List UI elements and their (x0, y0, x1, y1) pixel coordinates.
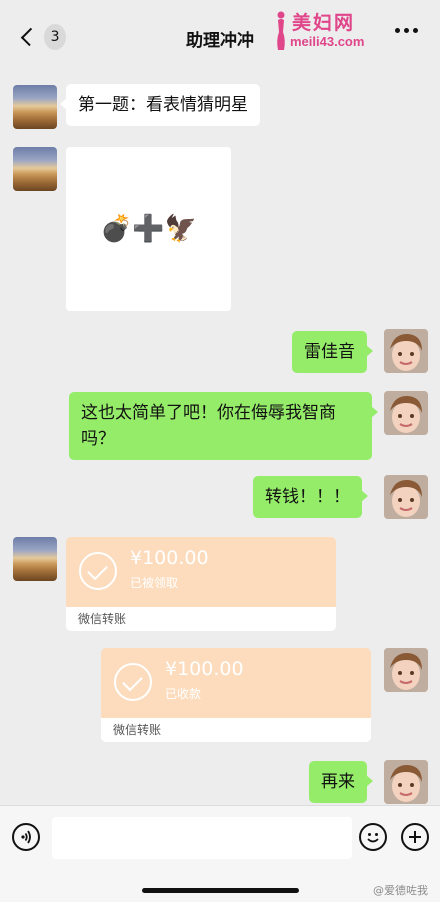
plus-icon (409, 831, 421, 843)
message-bubble[interactable]: 转钱！！！ (253, 476, 368, 518)
transfer-card-body: ¥100.00 已收款 (101, 648, 371, 718)
contact-avatar[interactable] (13, 85, 57, 129)
message-bubble[interactable]: 第一题：看表情猜明星 (60, 84, 260, 126)
emoji-icon (367, 833, 379, 843)
message-text: 转钱！！！ (265, 487, 350, 507)
girl-face-icon (384, 648, 428, 692)
emoji-button[interactable] (359, 823, 387, 851)
girl-face-icon (384, 391, 428, 435)
plus-button[interactable] (401, 823, 429, 851)
message-bubble[interactable]: 这也太简单了吧！你在侮辱我智商吗？ (69, 392, 378, 460)
self-avatar[interactable] (384, 475, 428, 519)
message-input[interactable] (52, 817, 352, 859)
more-button[interactable] (395, 28, 418, 33)
source-credit: @爱德咗我 (373, 884, 428, 897)
girl-face-icon (384, 329, 428, 373)
contact-avatar[interactable] (13, 537, 57, 581)
voice-icon (21, 830, 31, 844)
image-message[interactable]: 💣➕🦅 (66, 147, 231, 311)
message-bubble[interactable]: 再来 (309, 761, 373, 803)
watermark-text: 美妇网 (292, 12, 356, 34)
transfer-footer: 微信转账 (66, 607, 336, 631)
transfer-card-body: ¥100.00 已被领取 (66, 537, 336, 607)
message-text: 再来 (321, 772, 355, 792)
self-avatar[interactable] (384, 760, 428, 804)
input-bar: @爱德咗我 (0, 805, 440, 902)
voice-button[interactable] (12, 823, 40, 851)
girl-face-icon (384, 475, 428, 519)
watermark-logo: 美妇网 meili43.com (270, 6, 390, 54)
check-circle-icon (79, 552, 117, 590)
self-avatar[interactable] (384, 648, 428, 692)
girl-face-icon (384, 760, 428, 804)
self-avatar[interactable] (384, 391, 428, 435)
more-dot-icon (404, 28, 409, 33)
contact-avatar[interactable] (13, 147, 57, 191)
chat-header: 3 助理冲冲 美妇网 meili43.com (0, 0, 440, 72)
transfer-amount: ¥100.00 (130, 547, 209, 569)
transfer-card[interactable]: ¥100.00 已收款 微信转账 (101, 648, 371, 742)
more-dot-icon (395, 28, 400, 33)
transfer-status: 已收款 (165, 687, 202, 701)
message-text: 第一题：看表情猜明星 (78, 95, 248, 115)
emoji-puzzle: 💣➕🦅 (99, 214, 198, 244)
woman-silhouette-icon (277, 11, 285, 50)
more-dot-icon (413, 28, 418, 33)
message-bubble[interactable]: 雷佳音 (292, 331, 373, 373)
self-avatar[interactable] (384, 329, 428, 373)
transfer-card[interactable]: ¥100.00 已被领取 微信转账 (66, 537, 336, 631)
message-text: 雷佳音 (304, 342, 355, 362)
message-text: 这也太简单了吧！你在侮辱我智商吗？ (81, 403, 336, 449)
home-indicator[interactable] (142, 888, 299, 893)
transfer-footer: 微信转账 (101, 718, 371, 742)
transfer-amount: ¥100.00 (165, 658, 244, 680)
check-circle-icon (114, 663, 152, 701)
watermark-url: meili43.com (290, 34, 365, 49)
transfer-status: 已被领取 (130, 576, 179, 590)
